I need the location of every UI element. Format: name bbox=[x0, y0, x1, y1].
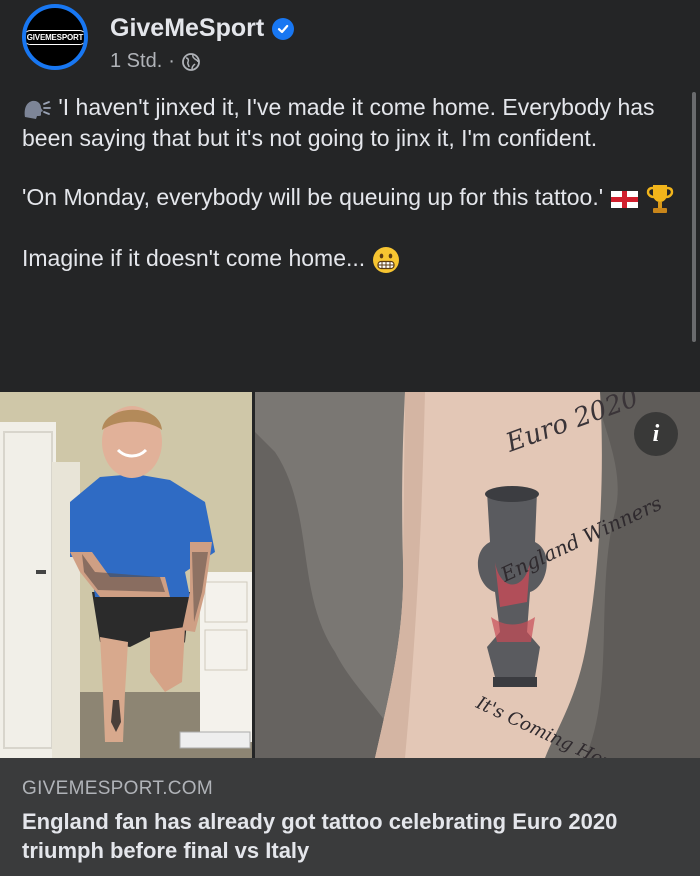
scrollbar[interactable] bbox=[692, 92, 696, 342]
post-header: GIVEMESPORT GiveMeSport 1 Std. · bbox=[22, 4, 682, 76]
post-paragraph-1: 'I haven't jinxed it, I've made it come … bbox=[22, 92, 682, 154]
givemesport-logo: GIVEMESPORT bbox=[26, 29, 84, 45]
link-title[interactable]: England fan has already got tattoo celeb… bbox=[22, 807, 672, 865]
england-flag-icon bbox=[610, 190, 638, 208]
grimacing-face-icon bbox=[372, 246, 399, 273]
photo-fan-standing[interactable] bbox=[0, 392, 252, 758]
post-paragraph-3: Imagine if it doesn't come home... bbox=[22, 243, 682, 274]
globe-icon[interactable] bbox=[181, 52, 201, 72]
post-quote-2: 'On Monday, everybody will be queuing up… bbox=[22, 184, 604, 210]
photo-tattoo-closeup[interactable]: Euro 2020 England Winners It's Coming Ho… bbox=[255, 392, 700, 758]
page-avatar[interactable]: GIVEMESPORT bbox=[22, 4, 88, 70]
post-text: 'I haven't jinxed it, I've made it come … bbox=[22, 92, 682, 302]
post-meta: 1 Std. · bbox=[110, 50, 201, 73]
link-domain: GIVEMESPORT.COM bbox=[22, 778, 214, 799]
post-quote-1: 'I haven't jinxed it, I've made it come … bbox=[22, 94, 655, 151]
verified-badge-icon bbox=[272, 17, 295, 40]
post-quote-3: Imagine if it doesn't come home... bbox=[22, 244, 366, 271]
page-name-link[interactable]: GiveMeSport bbox=[110, 14, 295, 43]
post-paragraph-2: 'On Monday, everybody will be queuing up… bbox=[22, 182, 682, 215]
post-timestamp[interactable]: 1 Std. bbox=[110, 50, 162, 73]
page-name[interactable]: GiveMeSport bbox=[110, 14, 264, 43]
meta-separator: · bbox=[168, 50, 175, 72]
trophy-icon bbox=[646, 184, 674, 213]
info-icon[interactable]: i bbox=[634, 412, 678, 456]
speaking-head-icon bbox=[24, 100, 51, 119]
post-images[interactable]: Euro 2020 England Winners It's Coming Ho… bbox=[0, 392, 700, 758]
link-preview[interactable]: GIVEMESPORT.COM England fan has already … bbox=[0, 758, 700, 876]
